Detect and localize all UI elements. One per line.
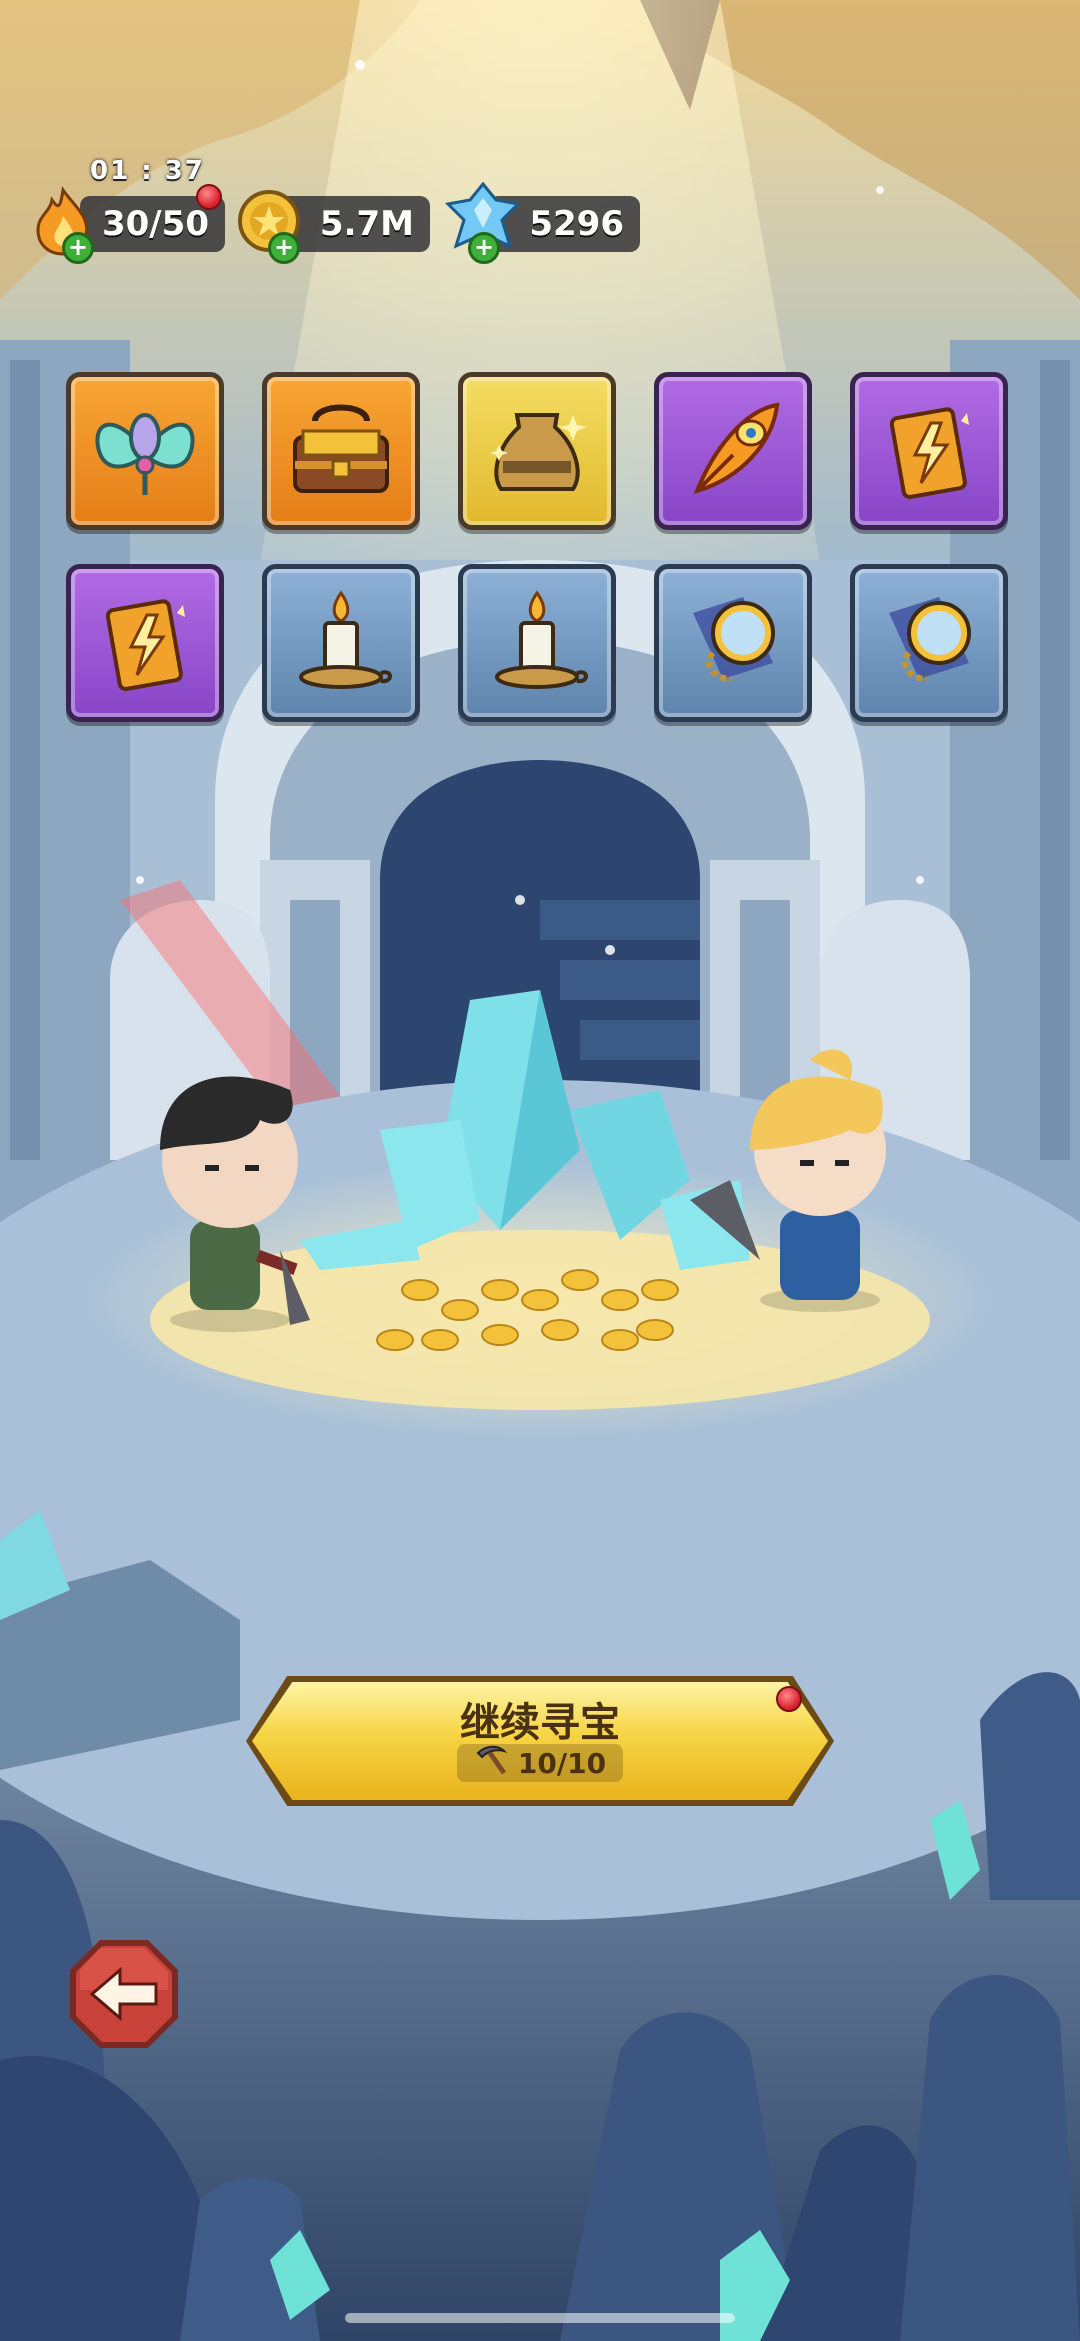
continue-treasure-hunt-button[interactable]: 继续寻宝 10/10 <box>246 1676 834 1806</box>
pocket-watch-icon <box>889 597 971 682</box>
reward-slot-candle[interactable] <box>262 564 420 722</box>
loot-sack-icon <box>490 413 587 491</box>
reward-slot-loot-sack[interactable] <box>458 372 616 530</box>
candle-icon <box>495 590 588 689</box>
gold-value: 5.7M <box>319 204 414 244</box>
pickaxe-counter-value: 10/10 <box>517 1746 607 1780</box>
back-button[interactable] <box>64 1934 184 2054</box>
reward-slot-pocket-watch[interactable] <box>850 564 1008 722</box>
energy-timer: 01 : 37 <box>90 156 205 186</box>
treasure-chest-icon <box>293 404 389 493</box>
butterfly-bow-icon <box>95 413 195 495</box>
candle-icon <box>299 590 392 689</box>
pocket-watch-icon <box>693 597 775 682</box>
continue-button-label: 继续寻宝 <box>460 1700 620 1746</box>
energy-value: 30/50 <box>101 204 209 244</box>
reward-slot-candle[interactable] <box>458 564 616 722</box>
reward-slot-phoenix-feather[interactable] <box>654 372 812 530</box>
crystal-add-icon[interactable]: + <box>468 232 500 264</box>
gold-add-icon[interactable]: + <box>268 232 300 264</box>
pickaxe-icon <box>474 1743 508 1784</box>
reward-slot-lightning-scroll[interactable] <box>850 372 1008 530</box>
pickaxe-counter: 10/10 <box>457 1744 623 1782</box>
reward-slot-butterfly-bow[interactable] <box>66 372 224 530</box>
energy-add-icon[interactable]: + <box>62 232 94 264</box>
reward-slot-pocket-watch[interactable] <box>654 564 812 722</box>
reward-slot-lightning-scroll[interactable] <box>66 564 224 722</box>
continue-notification-dot <box>776 1686 802 1712</box>
home-indicator[interactable] <box>345 2313 735 2323</box>
crystal-value: 5296 <box>529 204 624 244</box>
energy-notification-dot <box>196 184 222 210</box>
lightning-scroll-icon <box>889 407 969 499</box>
lightning-scroll-icon <box>105 599 185 691</box>
phoenix-feather-icon <box>693 402 780 495</box>
reward-slot-treasure-chest[interactable] <box>262 372 420 530</box>
